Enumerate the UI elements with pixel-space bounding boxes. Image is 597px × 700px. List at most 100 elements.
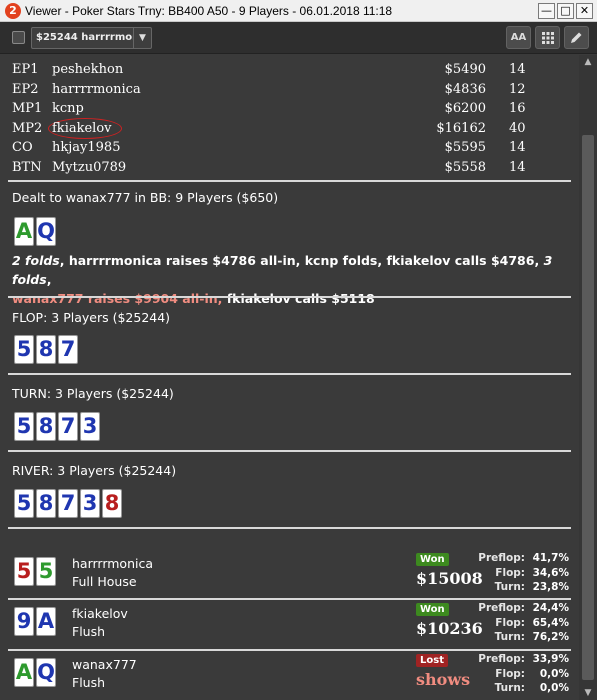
- player-name: Mytzu0789: [52, 159, 127, 175]
- result-row: A Q wanax777 Flush Lost shows Preflop: 33…: [8, 652, 571, 698]
- showdown-cards: 9 A: [14, 607, 56, 636]
- stat-value: 33,9%: [532, 653, 569, 665]
- player-position: EP2: [12, 81, 39, 97]
- player-row: BTN Mytzu0789 $5558 14: [12, 160, 532, 180]
- hand-select[interactable]: $25244 harrrrmonica ▼: [31, 26, 152, 49]
- hero-cards: A Q: [14, 217, 56, 246]
- player-row: MP2 fkiakelov $16162 40: [12, 117, 532, 141]
- app-logo-icon: 2: [5, 2, 21, 19]
- card: 5: [14, 335, 34, 364]
- turn-cards: 5 8 7 3: [14, 412, 100, 441]
- divider: [8, 373, 571, 375]
- player-name: hkjay1985: [52, 140, 121, 155]
- stat-label: Flop:: [495, 616, 525, 629]
- toolbar: $25244 harrrrmonica ▼ AA: [0, 22, 597, 54]
- title-bar: 2 Viewer - Poker Stars Trny: BB400 A50 -…: [0, 0, 597, 22]
- hand-history-panel: EP1 peshekhon $5490 14 EP2 harrrrmonica …: [0, 55, 577, 700]
- stat-value: 23,8%: [532, 581, 569, 593]
- player-name: fkiakelov: [52, 120, 112, 136]
- card: Q: [36, 658, 56, 687]
- player-bb: 14: [509, 62, 526, 77]
- stat-value: 41,7%: [532, 552, 569, 564]
- status-badge: Lost: [416, 654, 448, 667]
- turn-title: TURN: 3 Players ($25244): [12, 386, 174, 401]
- divider: [8, 598, 571, 600]
- window-title: Viewer - Poker Stars Trny: BB400 A50 - 9…: [25, 3, 393, 18]
- equity-stats: Preflop: 41,7% Flop: 34,6% Turn: 23,8%: [461, 551, 571, 595]
- stat-label: Preflop:: [478, 552, 525, 564]
- scroll-down-icon[interactable]: ▼: [579, 686, 597, 700]
- card: 5: [14, 557, 34, 586]
- player-bb: 40: [509, 120, 526, 136]
- result-player-name: fkiakelov: [72, 606, 128, 621]
- player-stack: $5595: [444, 140, 486, 155]
- chevron-down-icon[interactable]: ▼: [133, 27, 151, 48]
- minimize-button[interactable]: —: [538, 2, 555, 19]
- close-button[interactable]: ✕: [576, 2, 593, 19]
- card: 8: [36, 335, 56, 364]
- player-row: EP2 harrrrmonica $4836 12: [12, 82, 532, 102]
- stat-label: Turn:: [494, 581, 525, 593]
- card: 3: [80, 412, 100, 441]
- scroll-thumb[interactable]: [582, 135, 594, 680]
- player-bb: 14: [509, 140, 526, 155]
- card: 8: [36, 412, 56, 441]
- player-bb: 12: [509, 81, 526, 97]
- player-stack: $6200: [444, 101, 486, 116]
- card: 8: [102, 489, 122, 518]
- card: 5: [14, 489, 34, 518]
- pencil-icon: [571, 32, 582, 43]
- stat-value: 34,6%: [532, 566, 569, 579]
- card: A: [36, 607, 56, 636]
- action-text: , harrrrmonica raises $4786 all-in, kcnp…: [59, 253, 544, 268]
- stat-value: 0,0%: [539, 667, 569, 680]
- divider: [8, 180, 571, 182]
- player-position: EP1: [12, 62, 39, 77]
- maximize-button[interactable]: □: [557, 2, 574, 19]
- result-hand: Flush: [72, 624, 106, 639]
- result-player-name: harrrrmonica: [72, 556, 154, 571]
- action-text: fkiakelov calls $5118: [222, 291, 375, 306]
- player-position: MP1: [12, 101, 43, 116]
- divider: [8, 527, 571, 529]
- status-badge: Won: [416, 553, 449, 566]
- player-row: CO hkjay1985 $5595 14: [12, 140, 532, 160]
- font-size-button[interactable]: AA: [506, 26, 531, 49]
- edit-button[interactable]: [564, 26, 589, 49]
- scroll-up-icon[interactable]: ▲: [579, 55, 597, 69]
- flop-cards: 5 8 7: [14, 335, 78, 364]
- hand-select-value: $25244 harrrrmonica: [36, 32, 133, 43]
- stat-label: Preflop:: [478, 653, 525, 665]
- stat-value: 24,4%: [532, 602, 569, 614]
- stat-label: Turn:: [494, 631, 525, 643]
- stat-label: Turn:: [494, 682, 525, 694]
- card: 5: [14, 412, 34, 441]
- player-row: EP1 peshekhon $5490 14: [12, 62, 532, 82]
- flop-title: FLOP: 3 Players ($25244): [12, 310, 171, 325]
- divider: [8, 450, 571, 452]
- stat-label: Flop:: [495, 566, 525, 579]
- card: 7: [58, 335, 78, 364]
- player-stack: $5558: [444, 159, 486, 175]
- card: 8: [36, 489, 56, 518]
- equity-stats: Preflop: 33,9% Flop: 0,0% Turn: 0,0%: [461, 652, 571, 696]
- stat-value: 0,0%: [539, 682, 569, 694]
- players-table: EP1 peshekhon $5490 14 EP2 harrrrmonica …: [12, 62, 532, 179]
- card: 3: [80, 489, 100, 518]
- divider: [8, 649, 571, 651]
- card: 7: [58, 412, 78, 441]
- vertical-scrollbar[interactable]: ▲ ▼: [579, 55, 597, 700]
- player-position: BTN: [12, 159, 42, 175]
- divider: [8, 296, 571, 298]
- river-title: RIVER: 3 Players ($25244): [12, 463, 177, 478]
- select-checkbox[interactable]: [12, 31, 25, 44]
- grid-button[interactable]: [535, 26, 560, 49]
- result-hand: Flush: [72, 675, 106, 690]
- player-stack: $5490: [444, 62, 486, 77]
- result-row: 9 A fkiakelov Flush Won $10236 Preflop: 2…: [8, 601, 571, 647]
- stat-value: 65,4%: [532, 616, 569, 629]
- player-position: MP2: [12, 120, 43, 136]
- stat-label: Flop:: [495, 667, 525, 680]
- card: A: [14, 658, 34, 687]
- dealt-title: Dealt to wanax777 in BB: 9 Players ($650…: [12, 190, 279, 205]
